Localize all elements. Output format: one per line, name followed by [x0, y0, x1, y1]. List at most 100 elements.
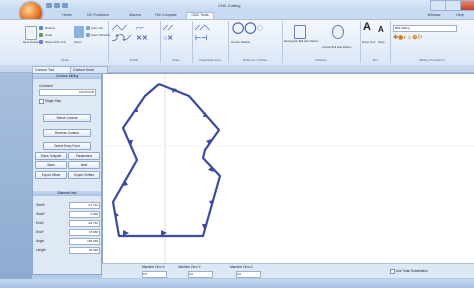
parameters-button[interactable]: Parameters	[68, 152, 100, 160]
doc-tab-contour-knob[interactable]: Contour Knob	[70, 66, 108, 73]
back-button[interactable]: Back	[35, 161, 67, 169]
reverse-contour-button[interactable]: Reverse Contour	[43, 129, 91, 137]
show-toolpath-button[interactable]: Show Toolpath	[35, 152, 67, 160]
panel-header: Contour Milling	[33, 74, 101, 79]
close-button[interactable]	[460, 0, 474, 11]
show-cnc-label: Show CNC Job	[45, 40, 66, 44]
tool-substitution-checkbox[interactable]	[390, 269, 395, 274]
contour-path[interactable]	[111, 82, 222, 238]
info-label-endx: EndX	[36, 221, 44, 225]
machine-zero-x-label: Machine Zero X:	[142, 265, 166, 269]
profile-line-icon[interactable]: ⟋⟍⟋	[112, 25, 127, 32]
ribbon-group-editing: B52 Milling ✚◉◐☼⊕⚐ Editing Transforms	[390, 21, 474, 63]
machine-zero-y-field[interactable]: 0.0	[188, 271, 213, 278]
rect-bolt-label: Rectangular Bolt Hole Pattern	[284, 40, 319, 43]
info-value-starty[interactable]: 0.948	[69, 211, 100, 218]
drawing-canvas[interactable]	[102, 73, 474, 265]
group-label-multi-arcs: Draw Multi-Arcs	[199, 58, 221, 62]
info-value-endy[interactable]: 47.688	[69, 229, 100, 236]
maximize-button[interactable]	[445, 0, 461, 11]
next-button[interactable]: Next	[68, 161, 100, 169]
element-info-header: Element Info	[33, 191, 101, 196]
group-label-profile: Profile	[129, 58, 139, 62]
undo-icon[interactable]	[39, 33, 43, 37]
info-label-starty: StartY	[36, 212, 45, 216]
contour-direction-arrows	[114, 88, 214, 236]
undo-label: Undo	[45, 33, 53, 37]
select-entry-point-button[interactable]: Select Entry Point	[43, 142, 91, 150]
status-bar	[0, 279, 474, 288]
transform-icons[interactable]: ✚◉◐☼⊕⚐	[393, 35, 423, 42]
machine-zero-z-field[interactable]: 0.0	[236, 271, 261, 278]
group-label-arc-circles: Draw Arc / Circles	[243, 58, 267, 62]
select-contour-button[interactable]: Select Contour	[43, 114, 91, 122]
profile-corner-icon[interactable]: ⌐⌐	[136, 25, 144, 32]
info-label-endy: EndY	[36, 230, 44, 234]
info-label-length: Length	[36, 248, 46, 252]
zoom-all-icon[interactable]	[86, 26, 90, 30]
info-label-angle: Angle	[36, 239, 45, 243]
new-drawing-icon[interactable]	[25, 26, 37, 40]
export-shifted-button[interactable]: Export Shifted	[68, 171, 100, 179]
zoom-all-label: Zoom All	[91, 26, 103, 30]
background-strip	[0, 73, 32, 279]
ribbon-group-arc-circles: ◯◯◌ Center Radius Draw Arc / Circles	[228, 21, 283, 63]
circular-bolt-icon[interactable]	[332, 25, 344, 39]
contour-drawing	[103, 74, 474, 264]
group-label-patterns: Patterns	[315, 58, 327, 62]
group-label-text: Text	[372, 58, 378, 62]
info-value-startx[interactable]: -47.712	[69, 202, 100, 209]
ribbon-group-profile: ⟋⟍⟋ ⤴⤵⟋ ⌐⌐ ✕✕ Profile	[108, 21, 161, 63]
ribbon-group-draw: ⟋⟋ ○✕ Draw	[160, 21, 193, 63]
draw-text-icon[interactable]: A	[363, 22, 371, 33]
group-label-editing: Editing Transforms	[419, 58, 445, 62]
application-window: CNC Cutting Home NC Functions Macros Fil…	[0, 0, 474, 288]
contour-milling-panel: Contour Milling Comment CONTOUR Single S…	[32, 73, 102, 275]
doc-tab-contour-tool[interactable]: Contour Tool	[32, 66, 72, 73]
info-value-length[interactable]: 46.038	[69, 247, 100, 254]
draw-line-icon[interactable]: ⟋⟋	[163, 25, 173, 32]
zoom-icon[interactable]	[74, 26, 84, 38]
ribbon-group-multi-arcs: ⟋⟋⟍ ⊢⊣ Draw Multi-Arcs	[192, 21, 229, 63]
ribbon-group-patterns: Rectangular Bolt Hole Pattern Circular B…	[282, 21, 361, 63]
machine-zero-x-field[interactable]: 0.0	[142, 271, 167, 278]
info-value-angle[interactable]: 135.038	[69, 238, 100, 245]
center-radius-label: Center Radius	[231, 40, 251, 44]
group-label-draw: Draw	[172, 58, 180, 62]
multi-arc-icon[interactable]: ⟋⟋⟍	[195, 25, 210, 32]
export-offset-button[interactable]: Export Offset	[35, 171, 67, 179]
comment-label: Comment	[39, 84, 53, 88]
info-value-endx[interactable]: -46.736	[69, 220, 100, 227]
reload-label: Reload	[45, 26, 55, 30]
rect-bolt-icon[interactable]	[294, 25, 306, 39]
zoom-label: Zoom	[74, 40, 82, 44]
quick-save-icon[interactable]	[46, 3, 52, 8]
single-step-checkbox[interactable]	[39, 99, 44, 104]
minimize-button[interactable]	[430, 0, 446, 11]
quick-redo-icon[interactable]	[62, 3, 68, 8]
info-label-startx: StartX	[36, 203, 45, 207]
comment-field[interactable]: CONTOUR	[39, 89, 96, 96]
ribbon-group-quick: New Drawing Reload Undo Show CNC Job Zoo…	[22, 21, 110, 63]
machine-zero-area: Machine Zero X: 0.0 Machine Zero Y: 0.0 …	[102, 263, 474, 278]
zoom-window-icon[interactable]	[86, 33, 90, 37]
draw-circle-icon[interactable]: ○✕	[163, 35, 173, 42]
profile-offset-icon[interactable]: ✕✕	[136, 35, 148, 42]
machine-zero-y-label: Machine Zero Y:	[178, 265, 202, 269]
style-icon[interactable]: A	[378, 26, 384, 34]
draw-text-label: Draw Text	[362, 40, 376, 44]
ribbon-group-text: A Draw Text A Style Text	[360, 21, 391, 63]
circle-icons[interactable]: ◯◯◌	[232, 23, 263, 34]
text-style-field[interactable]: B52 Milling	[393, 25, 457, 32]
quick-undo-icon[interactable]	[54, 3, 60, 8]
single-step-label: Single Step	[45, 99, 62, 103]
style-label: Style	[378, 40, 385, 44]
circular-bolt-label: Circular Bolt Hole Pattern	[322, 46, 352, 49]
multi-line-icon[interactable]: ⊢⊣	[195, 35, 207, 42]
group-label-quick: Quick	[61, 58, 69, 62]
show-cnc-icon[interactable]	[39, 40, 43, 44]
reload-icon[interactable]	[39, 26, 43, 30]
machine-zero-z-label: Machine Zero Z:	[230, 265, 254, 269]
window-title: CNC Cutting	[218, 3, 241, 8]
profile-arc-icon[interactable]: ⤴⤵⟋	[112, 35, 131, 42]
